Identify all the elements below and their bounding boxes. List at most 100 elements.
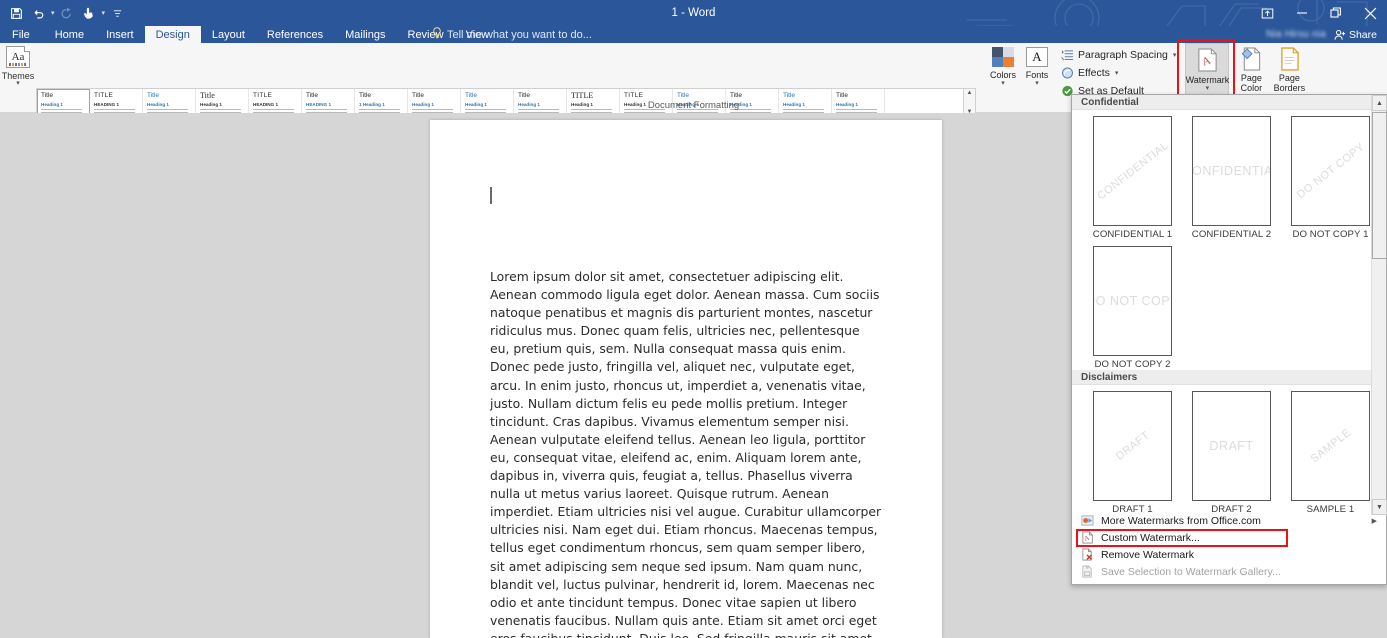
tab-insert[interactable]: Insert xyxy=(95,26,145,43)
more-watermarks-from-office-item[interactable]: More Watermarks from Office.com ▶ xyxy=(1072,512,1386,529)
window-controls xyxy=(1249,0,1387,26)
word-application-window: ▾ ▾ 1 - Word File Home Insert Design Lay… xyxy=(0,0,1387,638)
style-gallery-item-title: Title xyxy=(412,92,425,99)
watermark-gallery-item[interactable]: DO NOT COPY DO NOT COPY 1 xyxy=(1281,116,1380,240)
custom-watermark-icon: A xyxy=(1080,531,1094,545)
watermark-scroll-thumb[interactable] xyxy=(1372,112,1387,259)
watermark-item-caption: DO NOT COPY 1 xyxy=(1292,229,1369,240)
watermark-section-header: Confidential xyxy=(1072,95,1386,110)
watermark-preview-text: DRAFT xyxy=(1113,429,1152,463)
colors-caret[interactable]: ▾ xyxy=(1001,80,1005,87)
ribbon-tabs: File Home Insert Design Layout Reference… xyxy=(0,26,500,43)
effects-button[interactable]: Effects ▾ xyxy=(1058,64,1179,81)
colors-button[interactable]: Colors ▾ xyxy=(986,43,1020,101)
tab-mailings[interactable]: Mailings xyxy=(334,26,396,43)
ribbon-tab-strip: File Home Insert Design Layout Reference… xyxy=(0,26,1387,43)
account-name: Nia Hirsu nia xyxy=(1266,29,1326,40)
lightbulb-icon xyxy=(432,27,442,42)
watermark-gallery-scrollbar[interactable]: ▲ ▼ xyxy=(1371,95,1387,515)
style-gallery-item-title: Title xyxy=(836,92,849,99)
tell-me-search-box[interactable]: Tell me what you want to do... xyxy=(432,26,592,43)
themes-caret[interactable]: ▾ xyxy=(16,80,20,87)
style-gallery-item-title: TITLE xyxy=(571,91,594,100)
save-selection-label: Save Selection to Watermark Gallery... xyxy=(1101,565,1281,578)
watermark-gallery: ConfidentialCONFIDENTIALCONFIDENTIAL 1CO… xyxy=(1072,95,1386,515)
watermark-preview: CONFIDENTIAL xyxy=(1093,116,1172,226)
watermark-button-wrapper: A Watermark ▾ xyxy=(1177,39,1236,101)
watermark-preview: CONFIDENTIAL xyxy=(1192,116,1271,226)
effects-label: Effects xyxy=(1078,66,1110,79)
watermark-gallery-item[interactable]: CONFIDENTIAL CONFIDENTIAL 2 xyxy=(1182,116,1281,240)
colors-label: Colors xyxy=(989,70,1016,80)
page-borders-button[interactable]: Page Borders xyxy=(1269,43,1309,101)
page-borders-label: Page xyxy=(1278,73,1300,83)
watermark-button[interactable]: A Watermark ▾ xyxy=(1185,43,1230,101)
close-button[interactable] xyxy=(1353,0,1387,26)
custom-watermark-item[interactable]: A Custom Watermark... xyxy=(1072,529,1386,547)
watermark-scroll-up-button[interactable]: ▲ xyxy=(1372,95,1387,111)
document-page[interactable]: Lorem ipsum dolor sit amet, consectetuer… xyxy=(430,120,942,638)
title-bar: ▾ ▾ 1 - Word xyxy=(0,0,1387,26)
tab-home[interactable]: Home xyxy=(44,26,95,43)
gallery-scroll-up-icon[interactable]: ▲ xyxy=(967,90,973,97)
style-gallery-item-title: Title xyxy=(465,92,478,99)
tab-design[interactable]: Design xyxy=(144,26,201,43)
remove-watermark-item[interactable]: Remove Watermark xyxy=(1072,546,1386,563)
office-watermark-icon xyxy=(1080,514,1094,528)
text-cursor xyxy=(490,187,492,204)
paragraph-controls-column: Paragraph Spacing ▾ Effects ▾ Set as Def… xyxy=(1058,43,1179,99)
custom-watermark-label: Custom Watermark... xyxy=(1101,531,1200,544)
watermark-preview-text: DRAFT xyxy=(1209,439,1254,453)
effects-caret[interactable]: ▾ xyxy=(1115,69,1119,77)
save-selection-to-watermark-gallery-item: Save Selection to Watermark Gallery... xyxy=(1072,563,1386,580)
themes-group: Aa Themes ▾ xyxy=(0,43,36,105)
watermark-gallery-item[interactable]: DO NOT COPY DO NOT COPY 2 xyxy=(1083,246,1182,370)
watermark-row: DO NOT COPY DO NOT COPY 2 xyxy=(1072,240,1386,370)
themes-icon: Aa xyxy=(6,46,30,68)
watermark-item-caption: DO NOT COPY 2 xyxy=(1094,359,1171,370)
watermark-gallery-item[interactable]: DRAFT DRAFT 1 xyxy=(1083,391,1182,515)
watermark-preview: DO NOT COPY xyxy=(1291,116,1370,226)
more-watermarks-label: More Watermarks from Office.com xyxy=(1101,514,1261,527)
style-gallery-item-title: Title xyxy=(147,92,160,99)
watermark-preview-text: DO NOT COPY xyxy=(1094,294,1171,308)
share-button[interactable]: Share xyxy=(1334,29,1383,41)
style-gallery-item-title: Title xyxy=(783,92,796,99)
page-color-button[interactable]: Page Color xyxy=(1233,43,1269,101)
restore-button[interactable] xyxy=(1319,0,1353,26)
tab-references[interactable]: References xyxy=(256,26,334,43)
tab-file[interactable]: File xyxy=(0,26,44,43)
fonts-glyph: A xyxy=(1032,49,1042,64)
share-person-icon xyxy=(1334,29,1346,40)
watermark-icon: A xyxy=(1198,48,1217,72)
paragraph-spacing-button[interactable]: Paragraph Spacing ▾ xyxy=(1058,46,1179,63)
fonts-caret[interactable]: ▾ xyxy=(1035,80,1039,87)
ribbon-display-options-button[interactable] xyxy=(1249,0,1285,26)
colors-icon xyxy=(992,47,1014,67)
fonts-icon: A xyxy=(1026,47,1048,67)
watermark-item-caption: CONFIDENTIAL 2 xyxy=(1191,229,1272,240)
watermark-gallery-item[interactable]: CONFIDENTIAL CONFIDENTIAL 1 xyxy=(1083,116,1182,240)
watermark-section-header: Disclaimers xyxy=(1072,370,1386,385)
window-title: 1 - Word xyxy=(671,7,716,19)
watermark-preview-text: DO NOT COPY xyxy=(1294,140,1367,202)
style-gallery-item-title: Title xyxy=(518,92,531,99)
fonts-button[interactable]: A Fonts ▾ xyxy=(1020,43,1054,101)
page-color-label: Page xyxy=(1240,73,1262,83)
watermark-caret[interactable]: ▾ xyxy=(1206,85,1210,92)
page-borders-label2: Borders xyxy=(1273,83,1306,93)
document-body-text[interactable]: Lorem ipsum dolor sit amet, consectetuer… xyxy=(490,268,882,638)
page-color-icon xyxy=(1242,47,1261,71)
minimize-button[interactable] xyxy=(1285,0,1319,26)
save-watermark-icon xyxy=(1080,565,1094,579)
tab-layout[interactable]: Layout xyxy=(201,26,256,43)
watermark-gallery-item[interactable]: DRAFT DRAFT 2 xyxy=(1182,391,1281,515)
paragraph-spacing-caret[interactable]: ▾ xyxy=(1173,51,1177,59)
watermark-gallery-item[interactable]: SAMPLE SAMPLE 1 xyxy=(1281,391,1380,515)
watermark-preview: DO NOT COPY xyxy=(1093,246,1172,356)
style-gallery-item-title: Title xyxy=(306,92,319,99)
watermark-preview: DRAFT xyxy=(1093,391,1172,501)
themes-button[interactable]: Aa Themes ▾ xyxy=(0,43,36,101)
style-gallery-item-title: TITLE xyxy=(624,92,644,99)
watermark-dropdown-menu: ConfidentialCONFIDENTIALCONFIDENTIAL 1CO… xyxy=(1071,94,1387,585)
